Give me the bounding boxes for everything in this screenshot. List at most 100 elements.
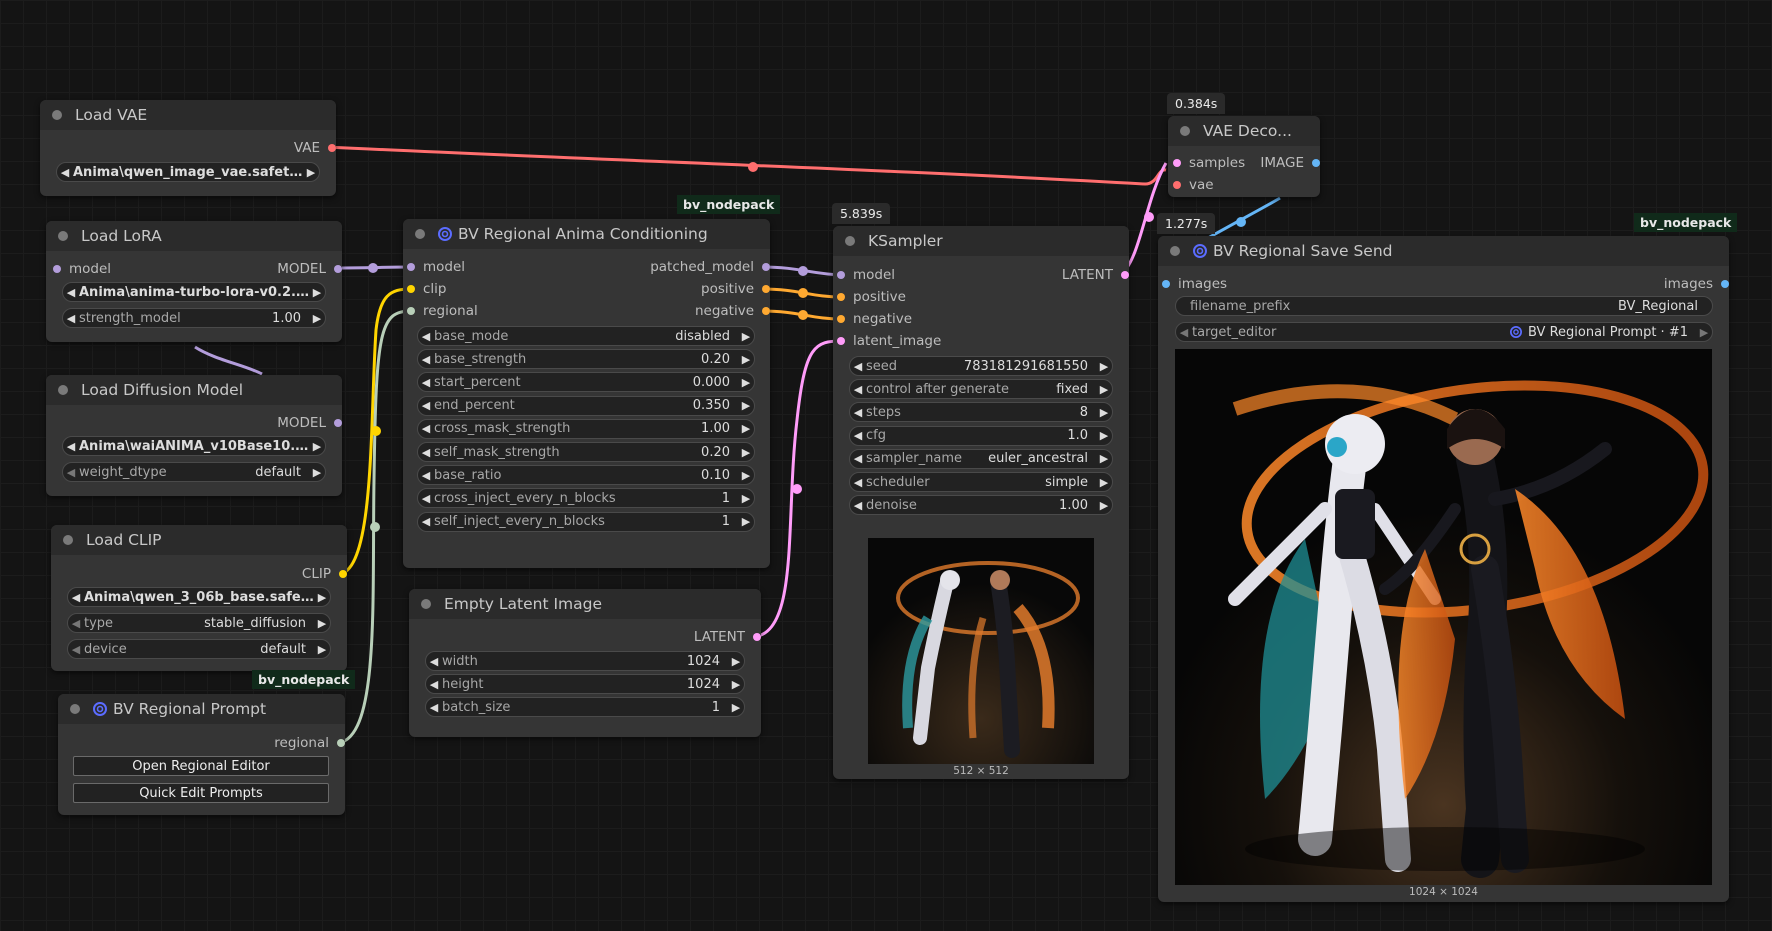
quick-edit-prompts-button[interactable]: Quick Edit Prompts [73,783,329,803]
node-title-bar[interactable]: BV Regional Save Send [1158,236,1729,266]
arrow-left-icon[interactable]: ◀ [850,406,866,419]
self-inject-every-n-blocks-widget[interactable]: ◀ self_inject_every_n_blocks 1 ▶ [417,511,755,532]
collapse-dot-icon[interactable] [421,599,431,609]
arrow-right-icon[interactable]: ▶ [738,446,754,459]
input-samples[interactable]: samples [1173,155,1245,171]
arrow-left-icon[interactable]: ◀ [418,492,434,505]
socket-dot-icon[interactable] [1721,280,1729,288]
arrow-left-icon[interactable]: ◀ [426,655,442,668]
load-lora-node[interactable]: Load LoRA model MODEL ◀ Anima\anima-turb… [46,221,342,342]
collapse-dot-icon[interactable] [52,110,62,120]
arrow-right-icon[interactable]: ▶ [314,643,330,656]
socket-dot-icon[interactable] [837,315,845,323]
arrow-right-icon[interactable]: ▶ [309,440,325,453]
output-image[interactable]: IMAGE [1260,155,1320,171]
target-editor-combo[interactable]: ◀ target_editor BV Regional Prompt · #1 … [1175,322,1713,342]
node-title-bar[interactable]: BV Regional Prompt [58,694,345,724]
load-vae-node[interactable]: Load VAE VAE ◀ Anima\qwen_image_vae.safe… [40,100,336,196]
arrow-right-icon[interactable]: ▶ [303,166,319,179]
lora-name-combo[interactable]: ◀ Anima\anima-turbo-lora-v0.2.s... ▶ [62,282,326,302]
arrow-right-icon[interactable]: ▶ [1096,499,1112,512]
socket-dot-icon[interactable] [762,307,770,315]
output-model[interactable]: MODEL [277,415,342,431]
cfg-widget[interactable]: ◀ cfg 1.0 ▶ [849,425,1113,446]
start-percent-widget[interactable]: ◀ start_percent 0.000 ▶ [417,372,755,393]
arrow-right-icon[interactable]: ▶ [738,469,754,482]
output-regional[interactable]: regional [274,735,345,751]
control-after-generate-widget[interactable]: ◀ control after generate fixed ▶ [849,379,1113,400]
collapse-dot-icon[interactable] [58,385,68,395]
vae-name-combo[interactable]: ◀ Anima\qwen_image_vae.safete ... ▶ [56,162,320,182]
arrow-right-icon[interactable]: ▶ [1096,383,1112,396]
input-images[interactable]: images [1162,276,1227,292]
arrow-right-icon[interactable]: ▶ [1696,326,1712,339]
load-diffusion-model-node[interactable]: Load Diffusion Model MODEL ◀ Anima\waiAN… [46,375,342,496]
input-model[interactable]: model [407,259,465,275]
arrow-left-icon[interactable]: ◀ [63,440,79,453]
output-patched-model[interactable]: patched_model [650,259,770,275]
collapse-dot-icon[interactable] [1170,246,1180,256]
arrow-right-icon[interactable]: ▶ [314,617,330,630]
node-title-bar[interactable]: Load LoRA [46,221,342,251]
socket-dot-icon[interactable] [339,570,347,578]
clip-name-combo[interactable]: ◀ Anima\qwen_3_06b_base.safet ... ▶ [67,587,331,607]
arrow-left-icon[interactable]: ◀ [850,499,866,512]
socket-dot-icon[interactable] [1173,159,1181,167]
arrow-right-icon[interactable]: ▶ [1096,406,1112,419]
end-percent-widget[interactable]: ◀ end_percent 0.350 ▶ [417,395,755,416]
arrow-right-icon[interactable]: ▶ [1096,429,1112,442]
saved-image-preview[interactable] [1175,349,1712,885]
arrow-right-icon[interactable]: ▶ [738,422,754,435]
base-mode-widget[interactable]: ◀ base_mode disabled ▶ [417,326,755,346]
socket-dot-icon[interactable] [53,265,61,273]
arrow-left-icon[interactable]: ◀ [426,701,442,714]
arrow-right-icon[interactable]: ▶ [728,655,744,668]
seed-widget[interactable]: ◀ seed 783181291681550 ▶ [849,356,1113,376]
socket-dot-icon[interactable] [837,337,845,345]
output-latent[interactable]: LATENT [694,629,761,645]
output-latent[interactable]: LATENT [1062,267,1129,283]
bv-regional-anima-conditioning-node[interactable]: BV Regional Anima Conditioning model cli… [403,219,770,568]
sampler-name-widget[interactable]: ◀ sampler_name euler_ancestral ▶ [849,448,1113,469]
arrow-left-icon[interactable]: ◀ [418,446,434,459]
output-model[interactable]: MODEL [277,261,342,277]
denoise-widget[interactable]: ◀ denoise 1.00 ▶ [849,495,1113,516]
arrow-right-icon[interactable]: ▶ [1096,360,1112,373]
arrow-right-icon[interactable]: ▶ [728,678,744,691]
input-model[interactable]: model [53,261,111,277]
filename-prefix-field[interactable]: filename_prefix BV_Regional [1175,296,1713,316]
node-title-bar[interactable]: Empty Latent Image [409,589,761,619]
input-regional[interactable]: regional [407,303,478,319]
ksampler-preview-image[interactable] [868,538,1094,764]
input-clip[interactable]: clip [407,281,447,297]
socket-dot-icon[interactable] [328,144,336,152]
socket-dot-icon[interactable] [837,293,845,301]
socket-dot-icon[interactable] [837,271,845,279]
socket-dot-icon[interactable] [762,285,770,293]
bv-regional-prompt-node[interactable]: BV Regional Prompt regional Open Regiona… [58,694,345,815]
node-title-bar[interactable]: Load Diffusion Model [46,375,342,405]
scheduler-widget[interactable]: ◀ scheduler simple ▶ [849,472,1113,492]
weight-dtype-combo[interactable]: ◀ weight_dtype default ▶ [62,462,326,482]
arrow-right-icon[interactable]: ▶ [738,492,754,505]
arrow-right-icon[interactable]: ▶ [309,466,325,479]
cross-inject-every-n-blocks-widget[interactable]: ◀ cross_inject_every_n_blocks 1 ▶ [417,488,755,509]
node-title-bar[interactable]: Load CLIP [51,525,347,555]
ksampler-node[interactable]: KSampler model positive negative latent_… [833,226,1129,779]
arrow-left-icon[interactable]: ◀ [68,643,84,656]
arrow-left-icon[interactable]: ◀ [63,466,79,479]
base-ratio-widget[interactable]: ◀ base_ratio 0.10 ▶ [417,465,755,486]
socket-dot-icon[interactable] [337,739,345,747]
base-strength-widget[interactable]: ◀ base_strength 0.20 ▶ [417,349,755,370]
height-widget[interactable]: ◀ height 1024 ▶ [425,674,745,695]
width-widget[interactable]: ◀ width 1024 ▶ [425,651,745,671]
self-mask-strength-widget[interactable]: ◀ self_mask_strength 0.20 ▶ [417,442,755,462]
arrow-right-icon[interactable]: ▶ [738,376,754,389]
collapse-dot-icon[interactable] [70,704,80,714]
unet-name-combo[interactable]: ◀ Anima\waiANIMA_v10Base10.s ... ▶ [62,436,326,456]
arrow-left-icon[interactable]: ◀ [418,422,434,435]
arrow-right-icon[interactable]: ▶ [309,312,325,325]
input-model[interactable]: model [837,267,895,283]
socket-dot-icon[interactable] [407,285,415,293]
arrow-left-icon[interactable]: ◀ [850,360,866,373]
